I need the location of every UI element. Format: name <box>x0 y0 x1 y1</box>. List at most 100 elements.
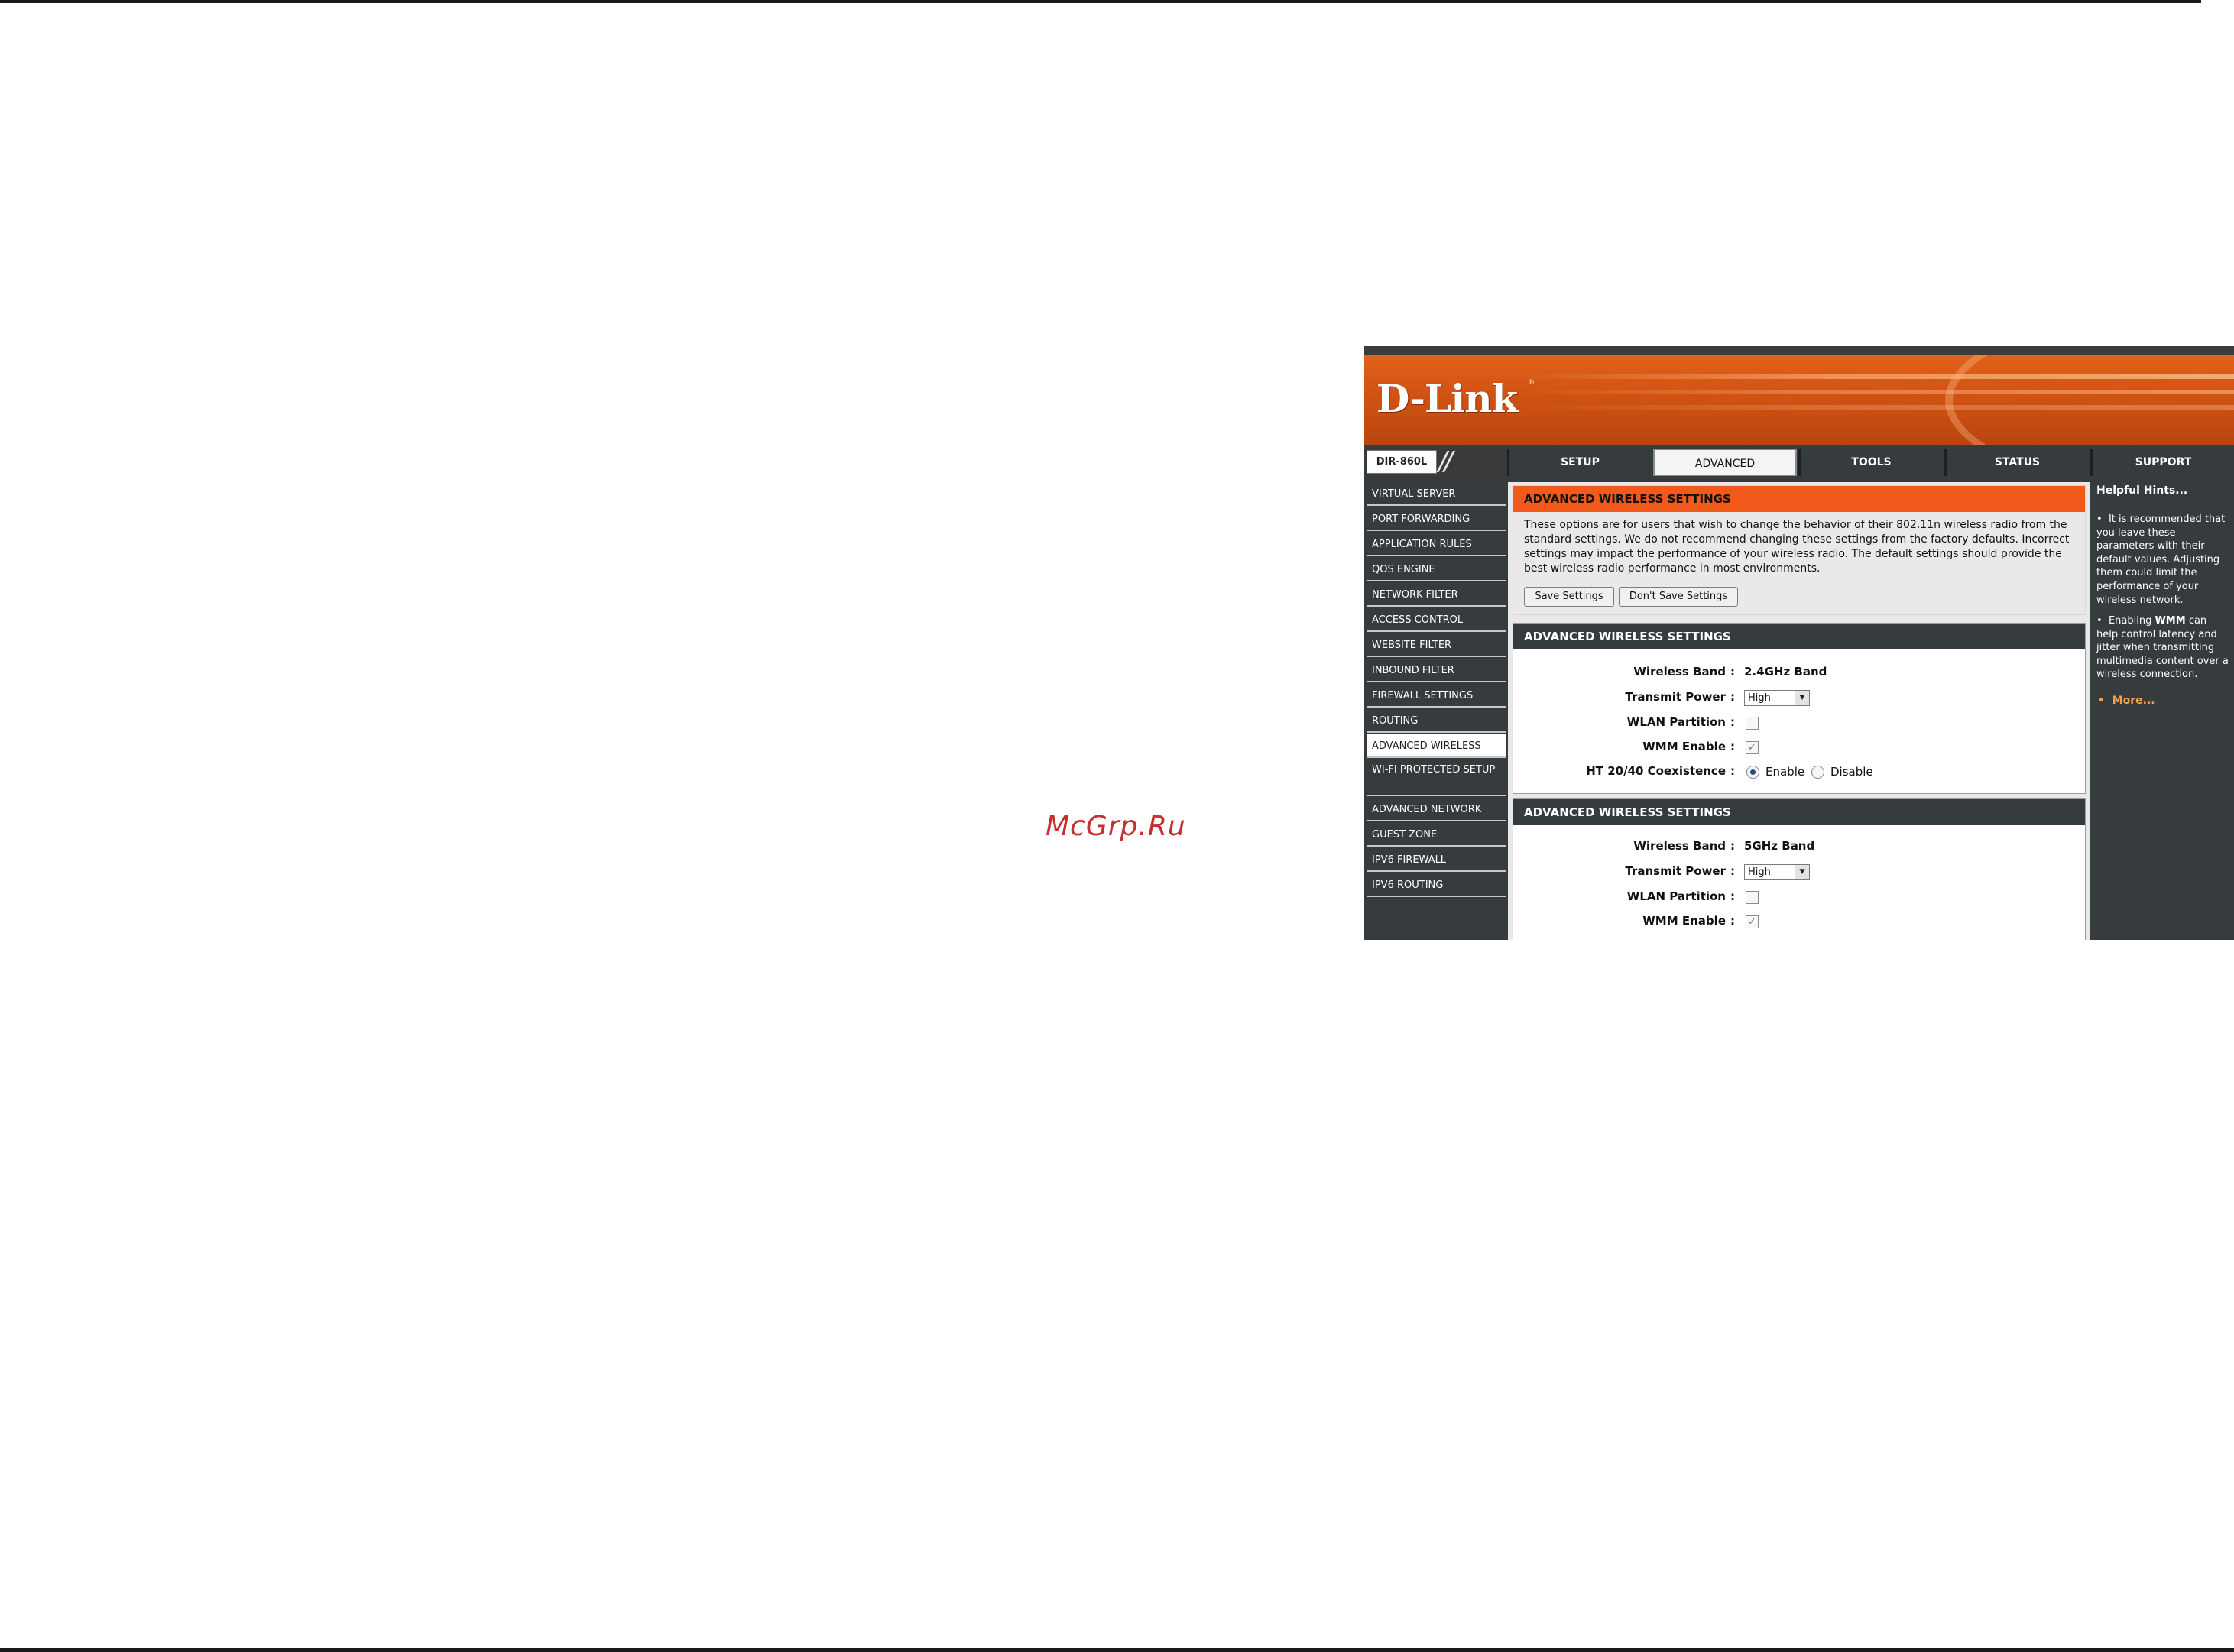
tab-setup[interactable]: SETUP <box>1507 449 1651 476</box>
bullet-icon: • <box>2098 695 2112 707</box>
transmit-power-select[interactable]: High ▼ <box>1744 690 1810 706</box>
sidebar: VIRTUAL SERVER PORT FORWARDING APPLICATI… <box>1367 482 1506 940</box>
tab-support[interactable]: SUPPORT <box>2090 449 2234 476</box>
wlan-partition-checkbox[interactable] <box>1746 891 1759 904</box>
tab-advanced[interactable]: ADVANCED <box>1653 449 1797 476</box>
colon: : <box>1730 715 1735 729</box>
panel-title: ADVANCED WIRELESS SETTINGS <box>1513 799 2085 825</box>
sidebar-item-inbound-filter[interactable]: INBOUND FILTER <box>1367 659 1506 682</box>
wmm-enable-label: WMM Enable <box>1642 740 1726 753</box>
banner-sweep <box>1945 355 2234 445</box>
main-content: ADVANCED WIRELESS SETTINGS These options… <box>1508 482 2090 940</box>
transmit-power-select[interactable]: High ▼ <box>1744 864 1810 880</box>
sidebar-item-virtual-server[interactable]: VIRTUAL SERVER <box>1367 482 1506 506</box>
wmm-enable-row: WMM Enable : ✓ <box>1513 735 2085 758</box>
hint-text-prefix: Enabling <box>2108 615 2155 627</box>
wlan-partition-label: WLAN Partition <box>1626 889 1726 903</box>
tab-tools[interactable]: TOOLS <box>1798 449 1942 476</box>
sidebar-item-qos-engine[interactable]: QOS ENGINE <box>1367 558 1506 581</box>
top-nav: DIR-860L // SETUP ADVANCED TOOLS STATUS … <box>1364 445 2234 477</box>
transmit-power-label: Transmit Power <box>1625 690 1726 704</box>
wmm-enable-label: WMM Enable <box>1642 914 1726 928</box>
wireless-band-value: 2.4GHz Band <box>1744 665 1827 679</box>
wlan-partition-row: WLAN Partition : <box>1513 885 2085 908</box>
wlan-partition-label: WLAN Partition <box>1626 715 1726 729</box>
tab-status[interactable]: STATUS <box>1944 449 2088 476</box>
hints-title: Helpful Hints... <box>2096 484 2188 497</box>
settings-panel-24ghz: ADVANCED WIRELESS SETTINGS Wireless Band… <box>1513 623 2086 794</box>
sidebar-item-wifi-protected-setup[interactable]: WI-FI PROTECTED SETUP <box>1367 760 1506 796</box>
colon: : <box>1730 864 1735 878</box>
model-label: DIR-860L <box>1367 450 1437 474</box>
wireless-band-value: 5GHz Band <box>1744 839 1815 853</box>
wlan-partition-checkbox[interactable] <box>1746 717 1759 730</box>
transmit-power-value: High <box>1748 866 1771 878</box>
ht-disable-label: Disable <box>1830 765 1873 779</box>
sidebar-item-port-forwarding[interactable]: PORT FORWARDING <box>1367 507 1506 531</box>
ht-enable-label: Enable <box>1765 765 1805 779</box>
sidebar-item-advanced-wireless[interactable]: ADVANCED WIRELESS <box>1367 734 1506 758</box>
colon: : <box>1730 839 1735 853</box>
intro-description: These options are for users that wish to… <box>1524 519 2070 575</box>
wireless-band-row: Wireless Band : 2.4GHz Band <box>1513 660 2085 683</box>
wmm-enable-checkbox[interactable]: ✓ <box>1746 915 1759 928</box>
chevron-down-icon: ▼ <box>1795 691 1809 705</box>
top-rule <box>0 0 2201 3</box>
brand-banner: D-Link ® <box>1364 355 2234 445</box>
colon: : <box>1730 690 1735 704</box>
bullet-icon: • <box>2096 615 2109 627</box>
sidebar-item-ipv6-firewall[interactable]: IPV6 FIREWALL <box>1367 848 1506 872</box>
model-badge: DIR-860L // <box>1367 449 1504 475</box>
intro-box: ADVANCED WIRELESS SETTINGS These options… <box>1513 485 2086 615</box>
sidebar-item-firewall-settings[interactable]: FIREWALL SETTINGS <box>1367 684 1506 708</box>
registered-mark-icon: ® <box>1528 379 1535 387</box>
transmit-power-row: Transmit Power : High ▼ <box>1513 685 2085 708</box>
hint-text-bold: WMM <box>2155 615 2186 627</box>
chevron-down-icon: ▼ <box>1795 865 1809 879</box>
wlan-partition-row: WLAN Partition : <box>1513 711 2085 734</box>
screenshot-top-border <box>1364 346 2234 355</box>
helpful-hints-panel: Helpful Hints... • It is recommended tha… <box>2092 482 2234 940</box>
wireless-band-label: Wireless Band <box>1633 839 1726 853</box>
dlink-logo: D-Link <box>1376 376 1518 421</box>
settings-panel-5ghz: ADVANCED WIRELESS SETTINGS Wireless Band… <box>1513 798 2086 940</box>
more-hints-link[interactable]: • More... <box>2098 693 2228 708</box>
transmit-power-row: Transmit Power : High ▼ <box>1513 860 2085 883</box>
intro-title: ADVANCED WIRELESS SETTINGS <box>1513 486 2085 512</box>
watermark: McGrp.Ru <box>1046 811 1186 842</box>
slashes-icon: // <box>1438 446 1453 477</box>
bottom-rule <box>0 1648 2234 1652</box>
sidebar-item-access-control[interactable]: ACCESS CONTROL <box>1367 608 1506 632</box>
colon: : <box>1730 914 1735 928</box>
panel-title: ADVANCED WIRELESS SETTINGS <box>1513 624 2085 649</box>
colon: : <box>1730 740 1735 753</box>
sidebar-item-guest-zone[interactable]: GUEST ZONE <box>1367 823 1506 847</box>
hint-text: It is recommended that you leave these p… <box>2096 513 2226 606</box>
manual-page: McGrp.Ru D-Link ® DIR-860L // SETUP ADVA… <box>0 0 2234 1652</box>
sidebar-item-website-filter[interactable]: WEBSITE FILTER <box>1367 633 1506 657</box>
sidebar-item-network-filter[interactable]: NETWORK FILTER <box>1367 583 1506 607</box>
sidebar-item-advanced-network[interactable]: ADVANCED NETWORK <box>1367 798 1506 821</box>
colon: : <box>1730 764 1735 778</box>
hint-item: • Enabling WMM can help control latency … <box>2096 614 2231 685</box>
colon: : <box>1730 665 1735 679</box>
wireless-band-row: Wireless Band : 5GHz Band <box>1513 834 2085 857</box>
transmit-power-value: High <box>1748 692 1771 704</box>
dont-save-settings-button[interactable]: Don't Save Settings <box>1619 587 1738 607</box>
more-link-label: More... <box>2112 695 2155 707</box>
transmit-power-label: Transmit Power <box>1625 864 1726 878</box>
bullet-icon: • <box>2096 513 2109 525</box>
ht-enable-radio[interactable] <box>1746 766 1759 779</box>
router-screenshot: D-Link ® DIR-860L // SETUP ADVANCED TOOL… <box>1364 346 2234 940</box>
sidebar-item-application-rules[interactable]: APPLICATION RULES <box>1367 533 1506 556</box>
sidebar-item-ipv6-routing[interactable]: IPV6 ROUTING <box>1367 873 1506 897</box>
save-settings-button[interactable]: Save Settings <box>1524 587 1614 607</box>
sidebar-item-routing[interactable]: ROUTING <box>1367 709 1506 733</box>
wmm-enable-checkbox[interactable]: ✓ <box>1746 741 1759 754</box>
ht-coexistence-label: HT 20/40 Coexistence <box>1586 764 1726 778</box>
colon: : <box>1730 889 1735 903</box>
wireless-band-label: Wireless Band <box>1633 665 1726 679</box>
wmm-enable-row: WMM Enable : ✓ <box>1513 909 2085 932</box>
ht-coexistence-row: HT 20/40 Coexistence : Enable Disable <box>1513 760 2085 782</box>
ht-disable-radio[interactable] <box>1811 766 1824 779</box>
